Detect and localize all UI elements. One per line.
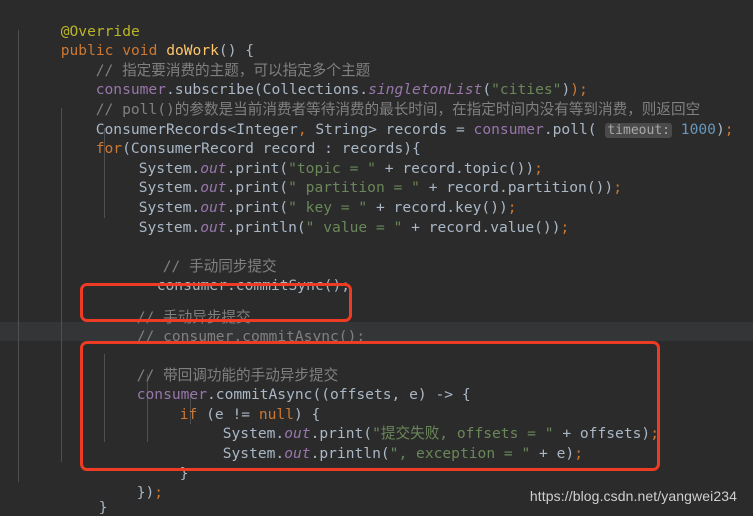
code-line: // 带回调功能的手动异步提交	[136, 366, 339, 384]
code-line: System.out.print("topic = " + record.top…	[138, 159, 543, 177]
code-line: System.out.print("提交失败, offsets = " + of…	[222, 425, 659, 443]
code-line: }	[5, 497, 67, 516]
code-line: // 指定要消费的主题，可以指定多个主题	[95, 61, 371, 79]
watermark-url: https://blog.csdn.net/yangwei234	[529, 488, 737, 505]
code-line: System.out.print(" partition = " + recor…	[138, 179, 622, 197]
code-line: consumer.subscribe(Collections.singleton…	[95, 81, 588, 99]
parameter-hint-timeout: timeout:	[605, 122, 672, 138]
code-editor-screenshot: @Override public void doWork() { // 指定要消…	[0, 0, 753, 516]
code-line: consumer.commitAsync((offsets, e) -> {	[136, 386, 471, 404]
code-line: if (e != null) {	[179, 405, 321, 423]
code-line: System.out.println(" value = " + record.…	[138, 218, 570, 236]
code-line: ConsumerRecords<Integer, String> records…	[95, 120, 734, 138]
code-line: // 手动异步提交	[136, 308, 251, 326]
code-line: @Override	[60, 22, 140, 40]
code-line: consumer.commitSync();	[156, 277, 351, 295]
code-line: for(ConsumerRecord record : records){	[95, 140, 421, 158]
code-line: public void doWork() {	[60, 42, 255, 60]
source-code-area[interactable]: @Override public void doWork() { // 指定要消…	[0, 0, 753, 516]
code-line: // poll()的参数是当前消费者等待消费的最长时间，在指定时间内没有等到消费…	[95, 100, 701, 118]
code-line: // 手动同步提交	[162, 257, 277, 275]
code-line: }	[98, 498, 108, 516]
code-line: System.out.print(" key = " + record.key(…	[138, 198, 517, 216]
code-line: }	[179, 464, 189, 482]
code-line: // consumer.commitAsync();	[136, 328, 366, 346]
code-line: System.out.println(", exception = " + e)…	[222, 444, 583, 462]
